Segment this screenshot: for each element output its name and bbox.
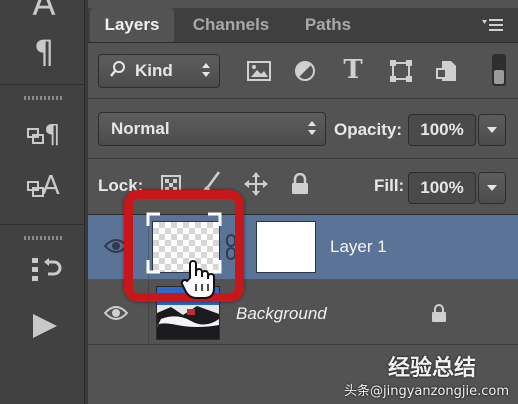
divider (88, 158, 518, 159)
divider (0, 84, 84, 85)
hand-cursor-icon (180, 258, 218, 300)
chevron-down-icon (486, 179, 498, 197)
search-icon (109, 60, 127, 83)
layer-name[interactable]: Layer 1 (330, 237, 387, 257)
updown-arrows-icon (201, 62, 211, 83)
panel-grip (24, 236, 62, 240)
tab-layers[interactable]: Layers (90, 8, 174, 42)
blend-mode-value: Normal (111, 119, 170, 138)
tab-channels[interactable]: Channels (176, 8, 286, 42)
history-icon[interactable] (18, 248, 70, 292)
fill-dropdown-button[interactable] (478, 172, 506, 204)
tool-strip: A ¶ ¶ A (0, 0, 85, 404)
opacity-input[interactable]: 100% (408, 114, 476, 146)
updown-arrows-icon (307, 120, 317, 141)
filter-toggle-switch[interactable] (492, 54, 506, 86)
play-actions-icon[interactable] (18, 304, 70, 348)
shape-layer-filter-icon[interactable] (386, 58, 416, 84)
svg-text:¶: ¶ (44, 120, 61, 150)
smart-object-filter-icon[interactable] (432, 58, 462, 84)
paragraph-panel-icon[interactable]: ¶ (18, 30, 70, 74)
panel-menu-icon[interactable] (478, 14, 508, 36)
tab-paths[interactable]: Paths (288, 8, 368, 42)
fill-input[interactable]: 100% (408, 172, 476, 204)
opacity-label: Opacity: (334, 120, 403, 139)
opacity-dropdown-button[interactable] (478, 114, 506, 146)
watermark-title: 经验总结 (388, 356, 477, 381)
adjustment-layer-filter-icon[interactable] (290, 58, 320, 84)
paragraph-styles-icon[interactable]: ¶ (18, 112, 70, 156)
watermark-url: 头条@jingyanzongjie.com (344, 384, 510, 399)
divider (88, 98, 518, 99)
pixel-layer-filter-icon[interactable] (244, 58, 274, 84)
divider (0, 224, 84, 225)
blend-mode-select[interactable]: Normal (98, 112, 326, 146)
layer-name[interactable]: Background (236, 304, 327, 324)
lock-position-icon[interactable] (242, 170, 270, 198)
character-styles-icon[interactable]: A (18, 162, 70, 206)
chevron-down-icon (486, 121, 498, 139)
character-panel-icon[interactable]: A (18, 0, 70, 26)
layer-lock-icon (428, 300, 450, 326)
fill-label: Fill: (374, 176, 405, 195)
panel-grip (24, 96, 62, 100)
type-layer-filter-icon[interactable]: T (338, 55, 368, 85)
layer-mask-thumbnail[interactable] (256, 221, 316, 273)
filter-toggle-knob (494, 70, 504, 84)
filter-kind-select[interactable]: Kind (98, 54, 220, 88)
lock-all-icon[interactable] (288, 170, 312, 198)
panel-tab-bar: Layers Channels Paths (88, 8, 518, 43)
filter-kind-label: Kind (135, 61, 173, 80)
svg-text:A: A (42, 171, 60, 201)
visibility-eye-icon[interactable] (102, 302, 130, 324)
